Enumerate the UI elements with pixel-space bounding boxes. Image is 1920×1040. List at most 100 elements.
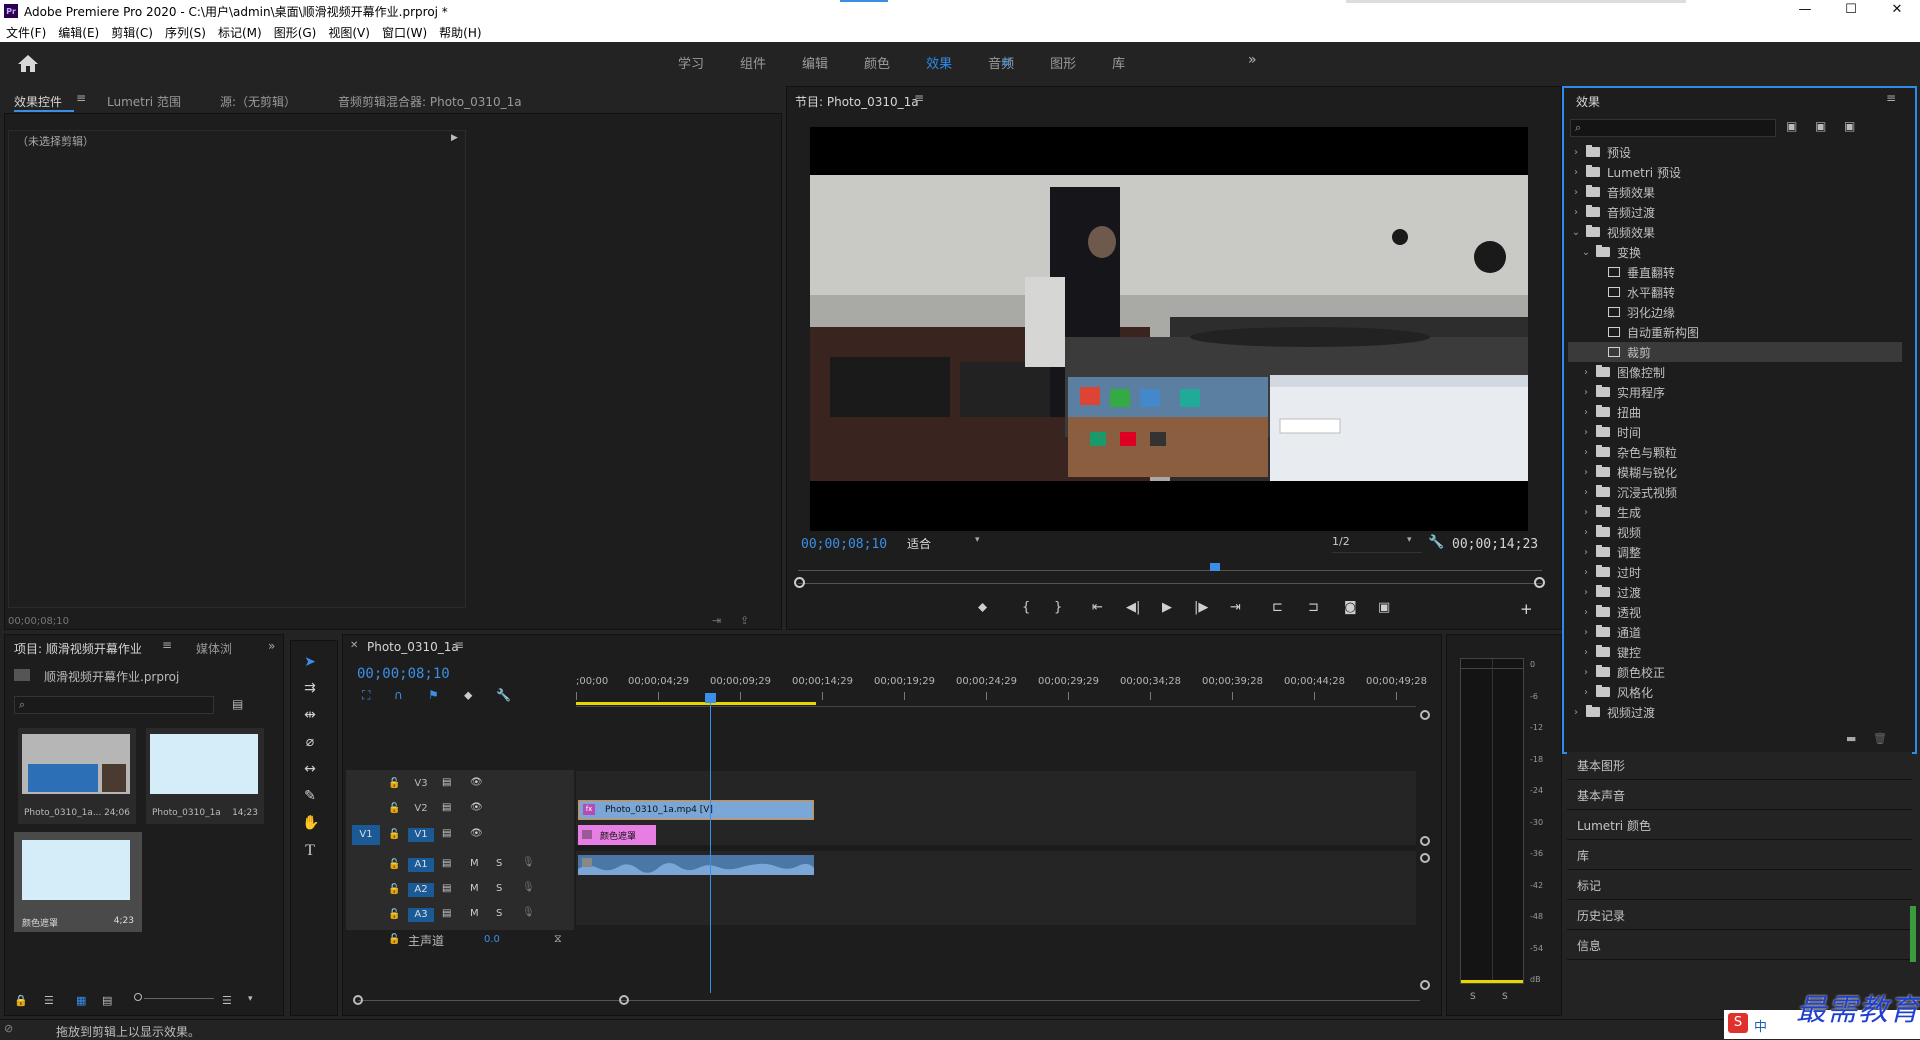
sync-lock-icon[interactable]: ▤ bbox=[442, 828, 451, 839]
tab-effect-controls[interactable]: 效果控件 bbox=[14, 93, 62, 110]
workspace-tab-7[interactable]: 库 bbox=[1112, 53, 1125, 72]
tab-source[interactable]: 源:（无剪辑） bbox=[220, 93, 296, 110]
track-name-v1[interactable]: V1 bbox=[408, 828, 434, 842]
chevron-double-right-icon[interactable]: » bbox=[268, 639, 275, 653]
effects-search-input[interactable]: ⌕ bbox=[1570, 119, 1776, 137]
effects-tree-item[interactable]: › 风格化 bbox=[1568, 682, 1902, 702]
project-menu-icon[interactable]: ≡ bbox=[162, 638, 172, 652]
side-panel-tab[interactable]: 历史记录 bbox=[1567, 902, 1912, 930]
zoom-slider-track[interactable] bbox=[144, 998, 214, 999]
track-name-a2[interactable]: A2 bbox=[408, 883, 434, 897]
effects-tree-item[interactable]: 裁剪 bbox=[1568, 342, 1902, 362]
workspace-tab-4[interactable]: 效果 bbox=[926, 53, 952, 72]
vertical-zoom-handle[interactable] bbox=[1420, 710, 1430, 720]
sync-lock-icon[interactable]: ▤ bbox=[442, 858, 451, 869]
nest-icon[interactable]: ⛶ bbox=[362, 688, 370, 703]
menu-item-0[interactable]: 文件(F) bbox=[6, 24, 46, 41]
add-button[interactable]: + bbox=[1520, 600, 1533, 618]
effects-menu-icon[interactable]: ≡ bbox=[1886, 91, 1896, 105]
effects-tree-item[interactable]: › 调整 bbox=[1568, 542, 1902, 562]
maximize-button[interactable]: ☐ bbox=[1828, 0, 1874, 22]
eye-icon[interactable]: 👁 bbox=[470, 802, 483, 813]
step-back-icon[interactable]: ◀| bbox=[1126, 600, 1140, 615]
effects-tree-item[interactable]: 自动重新构图 bbox=[1568, 322, 1902, 342]
scroll-handle-right[interactable] bbox=[619, 995, 629, 1005]
add-marker-icon[interactable]: ⬥ bbox=[464, 688, 472, 703]
effects-tree-item[interactable]: › 过时 bbox=[1568, 562, 1902, 582]
side-panel-tab[interactable]: 基本图形 bbox=[1567, 752, 1912, 780]
track-name-a3[interactable]: A3 bbox=[408, 908, 434, 922]
workspace-tab-1[interactable]: 组件 bbox=[740, 53, 766, 72]
workspace-tab-2[interactable]: 编辑 bbox=[802, 53, 828, 72]
solo-button[interactable]: S bbox=[496, 858, 502, 869]
effects-tree-item[interactable]: › 实用程序 bbox=[1568, 382, 1902, 402]
chevron-right-icon[interactable]: › bbox=[1580, 647, 1592, 658]
ime-mode[interactable]: 中 bbox=[1754, 1016, 1767, 1035]
go-to-end-icon[interactable]: ⧖ bbox=[554, 932, 562, 946]
close-button[interactable]: ✕ bbox=[1874, 0, 1920, 22]
effects-tree-item[interactable]: › Lumetri 预设 bbox=[1568, 162, 1902, 182]
menu-item-1[interactable]: 编辑(E) bbox=[58, 24, 99, 41]
step-forward-icon[interactable]: |▶ bbox=[1194, 600, 1208, 615]
side-panel-tab[interactable]: 信息 bbox=[1567, 932, 1912, 960]
menu-item-4[interactable]: 标记(M) bbox=[218, 24, 262, 41]
zoom-select[interactable]: 适合 ▾ bbox=[907, 535, 987, 553]
mute-button[interactable]: M bbox=[470, 883, 479, 894]
add-marker-icon[interactable]: ⬥ bbox=[978, 600, 987, 615]
list-view-icon[interactable]: ☰ bbox=[44, 994, 54, 1007]
effects-tree-item[interactable]: ⌄ 视频效果 bbox=[1568, 222, 1902, 242]
tab-project[interactable]: 项目: 顺滑视频开幕作业 bbox=[14, 640, 142, 657]
program-menu-icon[interactable]: ≡ bbox=[914, 91, 924, 105]
close-tab-icon[interactable]: ✕ bbox=[350, 640, 358, 651]
tab-timeline-sequence[interactable]: Photo_0310_1a bbox=[367, 640, 459, 654]
effects-tree-item[interactable]: › 模糊与锐化 bbox=[1568, 462, 1902, 482]
workspace-tab-0[interactable]: 学习 bbox=[678, 53, 704, 72]
eye-icon[interactable]: 👁 bbox=[470, 777, 483, 788]
menu-item-3[interactable]: 序列(S) bbox=[165, 24, 206, 41]
effects-tree-item[interactable]: › 图像控制 bbox=[1568, 362, 1902, 382]
program-scrub-bar[interactable] bbox=[798, 583, 1542, 584]
lock-icon[interactable]: 🔓 bbox=[388, 934, 400, 945]
ripple-edit-tool-icon[interactable]: ⇹ bbox=[302, 707, 318, 723]
expand-arrow-icon[interactable]: ▶ bbox=[451, 133, 458, 143]
effects-tree-item[interactable]: › 扭曲 bbox=[1568, 402, 1902, 422]
program-mini-ruler[interactable] bbox=[798, 562, 1542, 574]
timeline-menu-icon[interactable]: ≡ bbox=[454, 638, 464, 652]
hand-tool-icon[interactable]: ✋ bbox=[302, 815, 319, 831]
minimize-button[interactable]: — bbox=[1782, 0, 1828, 22]
eye-icon[interactable]: 👁 bbox=[470, 828, 483, 839]
effects-tree-item[interactable]: › 视频 bbox=[1568, 522, 1902, 542]
mic-icon[interactable]: 🎙 bbox=[522, 882, 535, 893]
program-current-timecode[interactable]: 00;00;08;10 bbox=[801, 537, 887, 552]
snap-icon[interactable]: ∩ bbox=[394, 688, 403, 702]
side-panel-tab[interactable]: 库 bbox=[1567, 842, 1912, 870]
type-tool-icon[interactable]: T bbox=[302, 842, 318, 859]
freeform-view-icon[interactable]: ▤ bbox=[102, 994, 112, 1007]
chevron-right-icon[interactable]: › bbox=[1570, 207, 1582, 218]
chevron-right-icon[interactable]: › bbox=[1580, 487, 1592, 498]
project-item-sequence[interactable]: Photo_0310_1a 14;23 bbox=[146, 728, 264, 824]
lock-icon[interactable]: 🔓 bbox=[388, 829, 400, 840]
sort-icon[interactable]: ☰ bbox=[222, 994, 232, 1007]
delete-icon[interactable]: 🗑 bbox=[1873, 732, 1887, 745]
tab-audio-clip-mixer[interactable]: 音频剪辑混合器: Photo_0310_1a bbox=[338, 93, 522, 110]
yuv-effects-icon[interactable]: ▣ bbox=[1844, 119, 1855, 133]
zoom-handle-left[interactable] bbox=[794, 577, 805, 588]
ime-logo-icon[interactable]: S bbox=[1728, 1013, 1748, 1033]
tab-lumetri-scopes[interactable]: Lumetri 范围 bbox=[107, 93, 181, 110]
sync-lock-icon[interactable]: ▤ bbox=[442, 883, 451, 894]
camera-icon[interactable]: ◙ bbox=[1344, 600, 1357, 615]
menu-item-2[interactable]: 剪辑(C) bbox=[111, 24, 153, 41]
new-bin-icon[interactable]: ▤ bbox=[232, 697, 243, 711]
effects-tree-item[interactable]: › 预设 bbox=[1568, 142, 1902, 162]
effects-tree-item[interactable]: › 沉浸式视频 bbox=[1568, 482, 1902, 502]
timeline-playhead-line[interactable] bbox=[710, 693, 711, 993]
go-to-in-icon[interactable]: ⇤ bbox=[1092, 600, 1103, 615]
chevron-right-icon[interactable]: › bbox=[1580, 687, 1592, 698]
effects-tree-item[interactable]: › 通道 bbox=[1568, 622, 1902, 642]
linked-selection-icon[interactable]: ⚑ bbox=[428, 688, 439, 702]
solo-left-button[interactable]: S bbox=[1470, 992, 1476, 1002]
chevron-right-icon[interactable]: › bbox=[1580, 607, 1592, 618]
timeline-horizontal-scroll[interactable] bbox=[358, 1000, 1420, 1001]
side-panel-tab[interactable]: 标记 bbox=[1567, 872, 1912, 900]
